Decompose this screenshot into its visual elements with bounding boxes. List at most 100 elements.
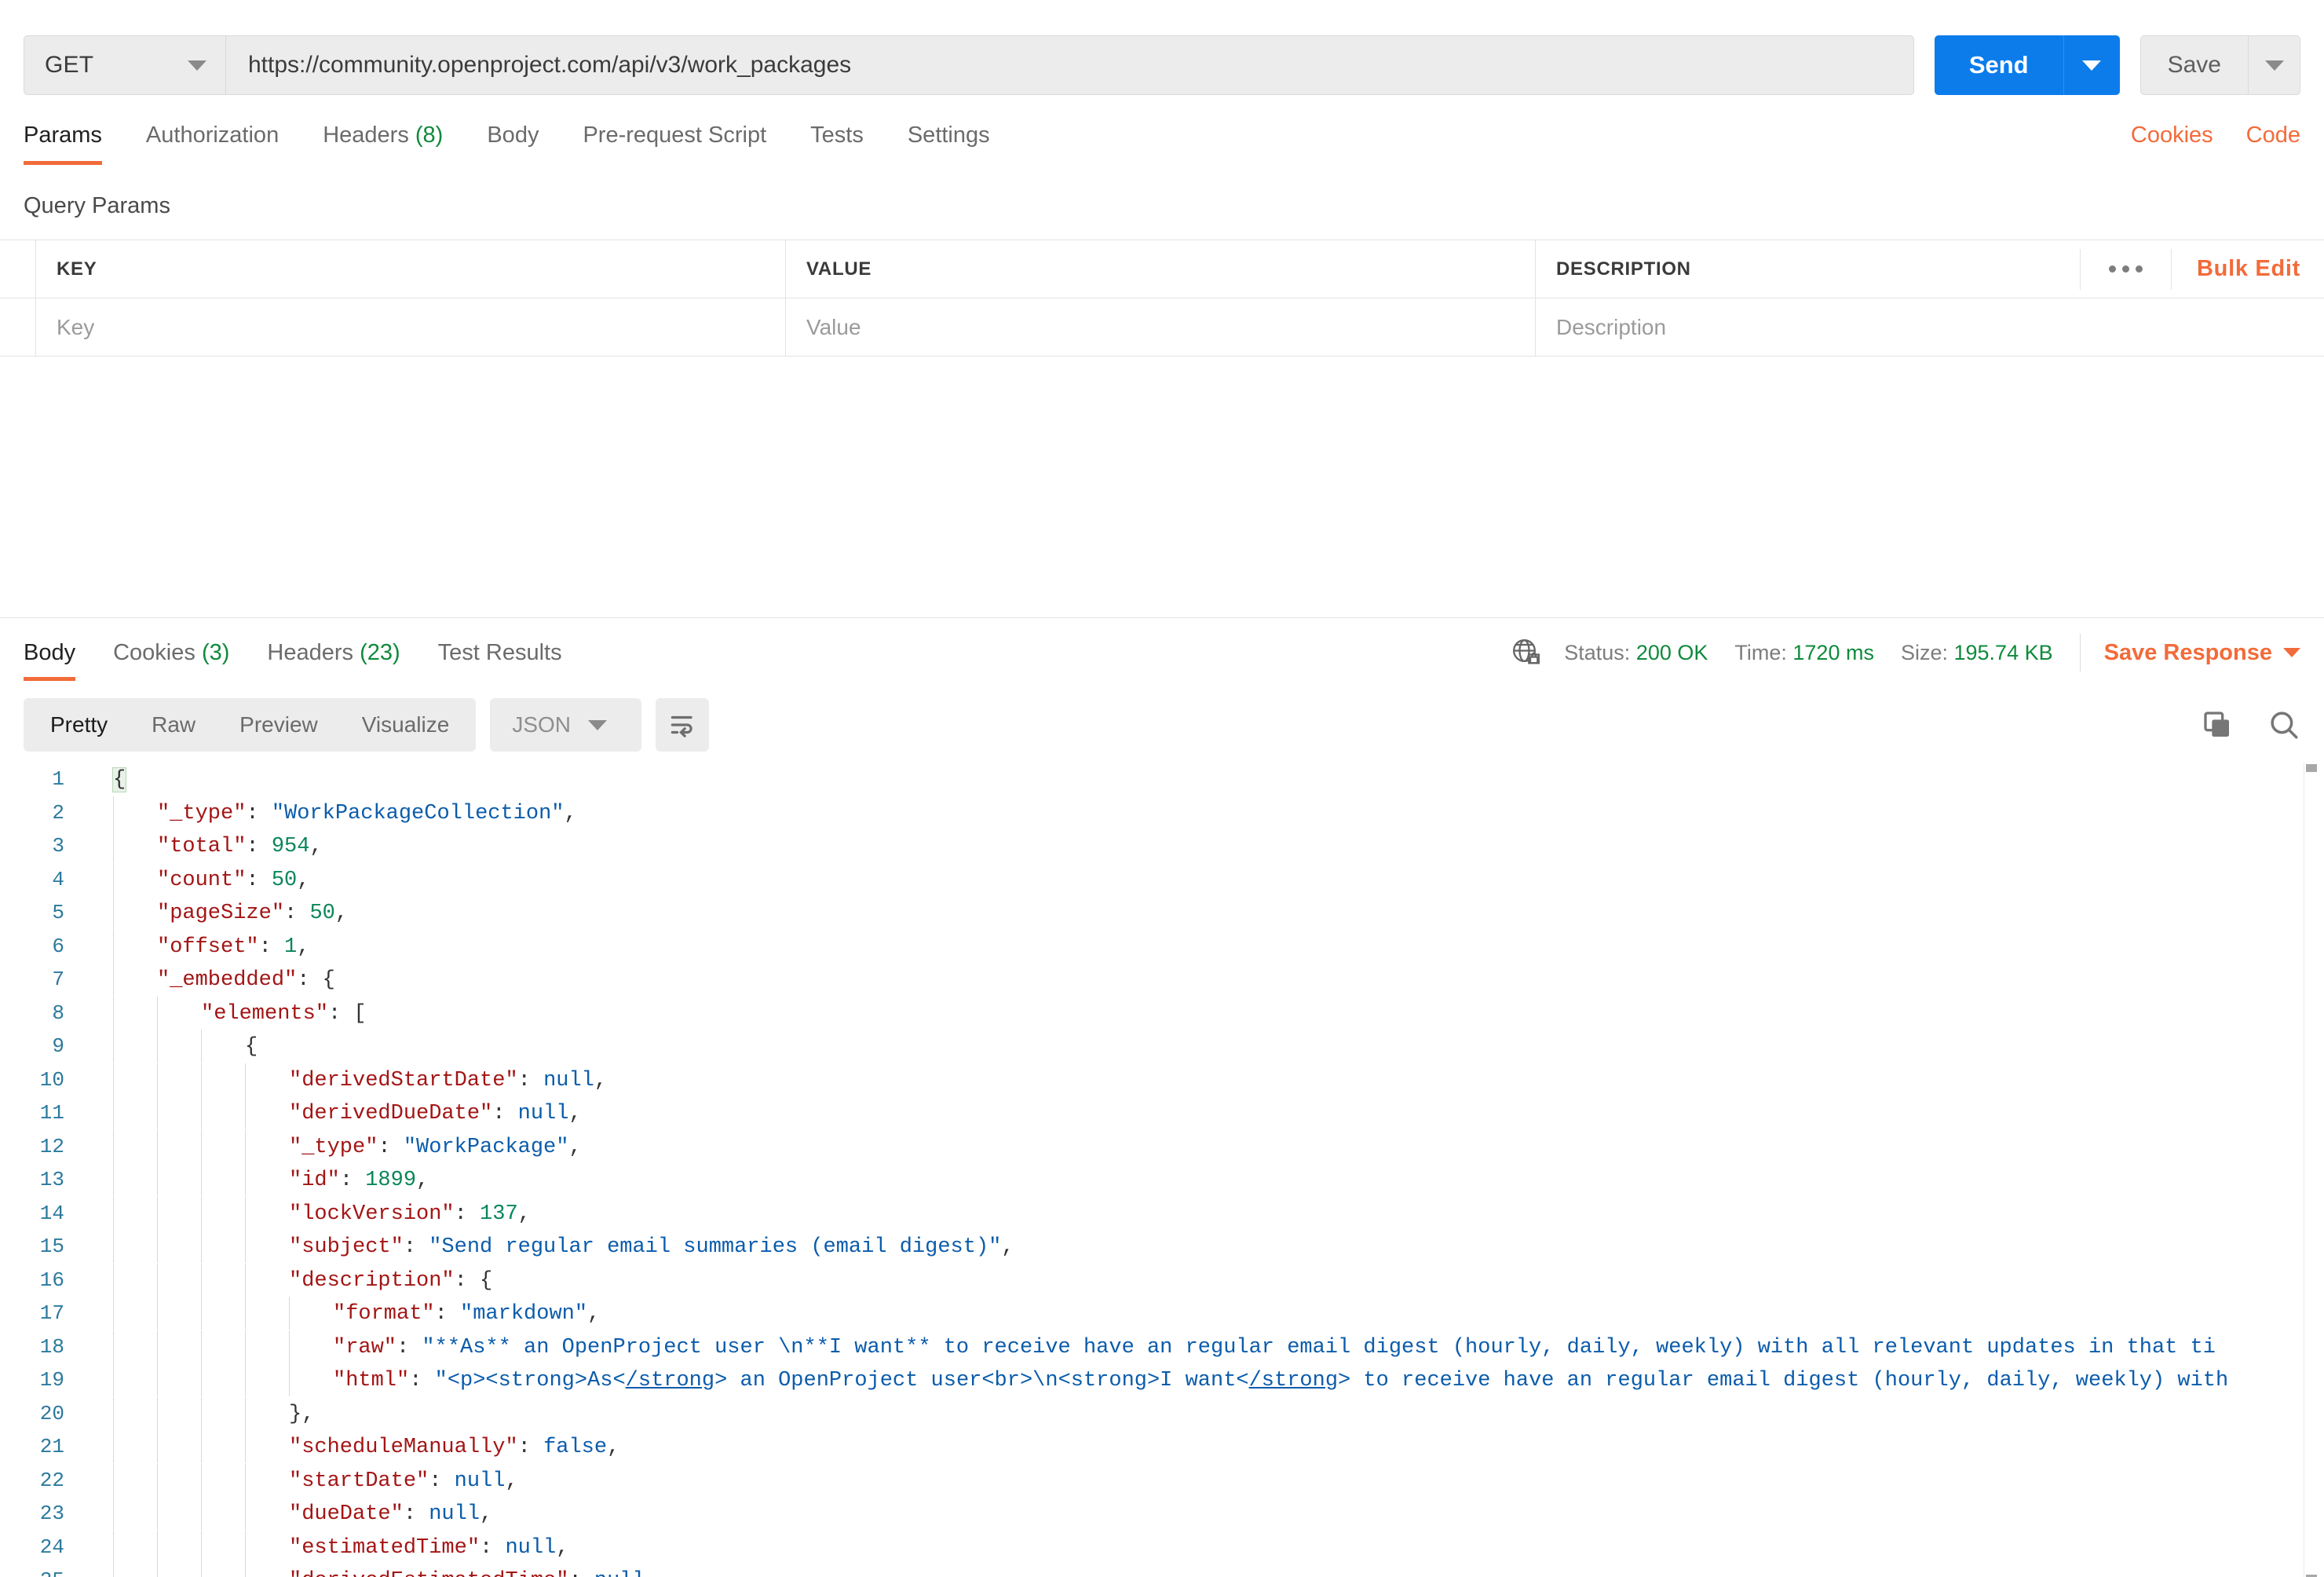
view-mode-group: Pretty Raw Preview Visualize JSON [24, 698, 709, 752]
param-description-input[interactable]: Description [1536, 298, 2324, 356]
http-method-select[interactable]: GET [24, 35, 226, 95]
tab-count-badge: (3) [201, 640, 230, 665]
response-tab-body[interactable]: Body [24, 635, 76, 681]
code-line: 9{ [0, 1030, 2324, 1063]
save-button[interactable]: Save [2139, 35, 2249, 95]
column-header-key: KEY [36, 240, 786, 298]
code-line: 14 "lockVersion": 137, [0, 1196, 2324, 1231]
chevron-down-icon [2283, 648, 2300, 657]
search-icon[interactable] [2267, 708, 2300, 741]
tab-count-badge: (23) [360, 640, 400, 665]
globe-lock-icon[interactable] [1511, 637, 1542, 668]
row-checkbox-cell[interactable] [0, 298, 36, 356]
response-tab-cookies[interactable]: Cookies (3) [113, 635, 229, 681]
response-tab-headers[interactable]: Headers (23) [267, 635, 400, 681]
view-mode-segmented: Pretty Raw Preview Visualize [24, 698, 477, 752]
response-view-toolbar: Pretty Raw Preview Visualize JSON [0, 687, 2324, 763]
save-button-group: Save [2139, 35, 2300, 95]
status-badge: Status: 200 OK [1564, 641, 1708, 665]
line-number: 8 [52, 1001, 64, 1025]
tab-settings[interactable]: Settings [908, 116, 990, 165]
code-line-text: "dueDate": null, [82, 1497, 492, 1531]
response-tab-test-results[interactable]: Test Results [438, 635, 562, 681]
tab-tests[interactable]: Tests [810, 116, 864, 165]
select-all-checkbox-cell[interactable] [0, 240, 36, 298]
request-tabs: Params Authorization Headers (8) Body Pr… [24, 116, 1034, 165]
table-actions: Bulk Edit [2080, 240, 2324, 298]
send-options-button[interactable] [2063, 35, 2120, 95]
code-line-text: "total": 954, [82, 829, 323, 863]
tab-label: Tests [810, 123, 864, 148]
ellipsis-icon[interactable] [2080, 248, 2172, 290]
code-line: 1{ [0, 763, 2324, 796]
line-number: 21 [39, 1435, 64, 1459]
code-line: 21 "scheduleManually": false, [0, 1430, 2324, 1464]
send-button[interactable]: Send [1934, 35, 2063, 95]
line-number: 23 [39, 1502, 64, 1526]
tab-pre-request-script[interactable]: Pre-request Script [583, 116, 766, 165]
tab-count-badge: (8) [415, 123, 444, 148]
code-line-text: }, [82, 1396, 314, 1430]
scrollbar-thumb-top[interactable] [2306, 764, 2317, 772]
response-meta: Status: 200 OK Time: 1720 ms Size: 195.7… [1511, 634, 2300, 671]
code-line-text: "_type": "WorkPackage", [82, 1129, 582, 1163]
view-mode-visualize[interactable]: Visualize [340, 698, 472, 752]
response-tabs-row: Body Cookies (3) Headers (23) Test Resul… [0, 618, 2324, 687]
time-label: Time: [1734, 640, 1787, 664]
bulk-edit-button[interactable]: Bulk Edit [2172, 256, 2300, 282]
code-line: 11 "derivedDueDate": null, [0, 1096, 2324, 1130]
line-number: 11 [39, 1101, 64, 1125]
vertical-scrollbar[interactable] [2304, 763, 2318, 1577]
view-mode-raw[interactable]: Raw [130, 698, 217, 752]
size-badge: Size: 195.74 KB [1901, 641, 2053, 665]
code-line: 22 "startDate": null, [0, 1463, 2324, 1498]
request-url-input[interactable]: https://community.openproject.com/api/v3… [226, 35, 1914, 95]
code-line: 17 "format": "markdown", [0, 1297, 2324, 1330]
chevron-down-icon [2264, 60, 2284, 71]
code-line-text: "_type": "WorkPackageCollection", [82, 796, 577, 829]
code-line: 19 "html": "<p><strong>As</strong> an Ope… [0, 1363, 2324, 1397]
response-format-select[interactable]: JSON [490, 698, 641, 752]
code-line-text: "id": 1899, [82, 1163, 429, 1197]
code-line-text: "pageSize": 50, [82, 896, 348, 930]
code-line: 8 "elements": [ [0, 996, 2324, 1030]
size-value: 195.74 KB [1953, 640, 2053, 664]
line-number: 24 [39, 1535, 64, 1559]
code-line: 13 "id": 1899, [0, 1163, 2324, 1197]
code-line-text: "startDate": null, [82, 1463, 518, 1497]
line-number: 7 [52, 968, 64, 992]
response-body-code-viewer[interactable]: 1{2 "_type": "WorkPackageCollection", 3 "to… [0, 763, 2324, 1577]
save-response-button[interactable]: Save Response [2104, 640, 2300, 666]
param-value-input[interactable]: Value [786, 298, 1536, 356]
code-line-text: "subject": "Send regular email summaries… [82, 1230, 1014, 1264]
request-tabs-row: Params Authorization Headers (8) Body Pr… [0, 116, 2324, 173]
copy-icon[interactable] [2202, 709, 2233, 741]
code-line-text: { [82, 1030, 258, 1063]
line-number: 10 [39, 1067, 64, 1092]
tab-label: Headers [323, 123, 409, 148]
code-line-text: "_embedded": { [82, 963, 335, 997]
tab-body[interactable]: Body [487, 116, 539, 165]
line-number: 18 [39, 1334, 64, 1359]
line-number: 3 [52, 834, 64, 858]
line-number: 22 [39, 1468, 64, 1492]
save-options-button[interactable] [2249, 35, 2300, 95]
code-line: 4 "count": 50, [0, 862, 2324, 897]
meta-divider [2079, 634, 2081, 671]
tab-params[interactable]: Params [24, 116, 102, 165]
word-wrap-icon[interactable] [656, 698, 709, 752]
param-key-input[interactable]: Key [36, 298, 786, 356]
code-line-text: "estimatedTime": null, [82, 1530, 568, 1564]
time-badge: Time: 1720 ms [1734, 641, 1874, 665]
tab-authorization[interactable]: Authorization [146, 116, 279, 165]
code-line: 23 "dueDate": null, [0, 1497, 2324, 1531]
code-link[interactable]: Code [2246, 123, 2300, 148]
tab-label: Params [24, 123, 102, 148]
tab-headers[interactable]: Headers (8) [323, 116, 443, 165]
view-mode-pretty[interactable]: Pretty [28, 698, 130, 752]
query-params-title: Query Params [24, 193, 170, 218]
status-value: 200 OK [1635, 640, 1708, 664]
view-mode-preview[interactable]: Preview [217, 698, 340, 752]
cookies-link[interactable]: Cookies [2131, 123, 2213, 148]
code-line-text: "html": "<p><strong>As</strong> an OpenP… [82, 1363, 2228, 1397]
